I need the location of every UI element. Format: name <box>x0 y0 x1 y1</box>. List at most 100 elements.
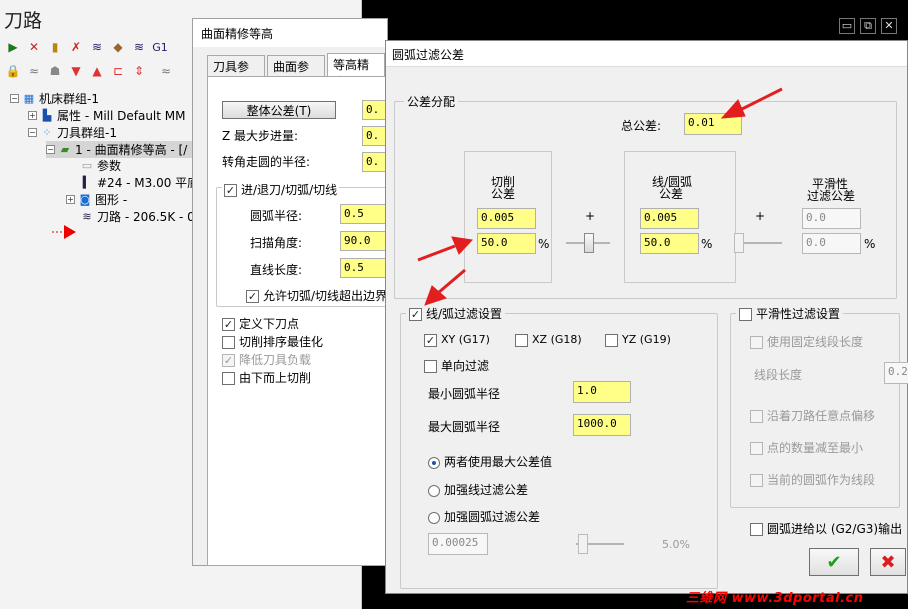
max-arc-field[interactable]: 1000.0 <box>573 414 631 436</box>
smooth-tolerance-field[interactable]: 0.0 <box>802 208 861 229</box>
min-points-label: 点的数量减至最小 <box>767 441 864 455</box>
seg-len-label: 线段长度 <box>754 368 803 382</box>
allow-exceed-checkbox[interactable]: ✓ <box>246 290 259 303</box>
insert-arrow-icon[interactable]: ⊏ <box>109 62 127 80</box>
seg-len-field[interactable]: 0.2 <box>884 362 908 384</box>
collapse-icon[interactable]: − <box>28 128 37 137</box>
regenerate-icon[interactable]: ▮ <box>46 38 64 56</box>
bottom-tolerance-field[interactable]: 0.00025 <box>428 533 488 555</box>
tree-item-params[interactable]: ▭ 参数 <box>80 157 121 174</box>
backplot-icon[interactable]: ≋ <box>88 38 106 56</box>
yz-option[interactable]: YZ (G19) <box>605 333 671 347</box>
clear-dirty-icon[interactable]: ✗ <box>67 38 85 56</box>
wave-icon[interactable]: ≈ <box>25 62 43 80</box>
slider-thumb[interactable] <box>584 233 594 253</box>
radio-arc[interactable] <box>428 511 440 524</box>
offset-any-checkbox[interactable] <box>750 410 763 423</box>
simulate-icon[interactable]: ≋ <box>130 38 148 56</box>
up-down-arrow-icon[interactable]: ⇕ <box>130 62 148 80</box>
collapse-icon[interactable]: − <box>46 145 55 154</box>
cancel-button[interactable]: ✖ <box>870 548 906 576</box>
yz-checkbox[interactable] <box>605 333 618 347</box>
xy-option[interactable]: ✓ XY (G17) <box>424 333 490 347</box>
lock-icon[interactable]: 🔒 <box>4 62 22 80</box>
ok-button[interactable]: ✔ <box>809 548 859 576</box>
current-arc-checkbox[interactable] <box>750 474 763 487</box>
tree-item-machine-group[interactable]: − ▦ 机床群组-1 <box>10 90 99 107</box>
radio-arc-label: 加强圆弧过滤公差 <box>444 510 541 524</box>
define-plunge-checkbox[interactable]: ✓ <box>222 318 235 331</box>
bottom-up-checkbox[interactable] <box>222 372 235 385</box>
restore-icon[interactable]: ⧉ <box>860 18 876 34</box>
insert-arrow-marker-icon <box>52 224 76 240</box>
xz-checkbox[interactable] <box>515 333 528 347</box>
leadio-group-header: ✓ 进/退刀/切弧/切线 <box>222 181 340 198</box>
radio-both[interactable] <box>428 456 440 469</box>
smooth-percent-field[interactable]: 0.0 <box>802 233 861 254</box>
select-all-icon[interactable]: ▶ <box>4 38 22 56</box>
define-plunge-option[interactable]: ✓ 定义下刀点 <box>222 315 299 332</box>
reduce-load-option[interactable]: ✓ 降低刀具负载 <box>222 351 311 368</box>
total-tolerance-field[interactable]: 0.01 <box>684 113 742 135</box>
tree-item-toolpath[interactable]: ≋ 刀路 - 206.5K - 07 <box>80 208 202 225</box>
smooth-slider[interactable] <box>734 233 782 253</box>
min-points-checkbox[interactable] <box>750 442 763 455</box>
arc-radius-label: 圆弧半径: <box>250 209 303 223</box>
tool-icon: ▍ <box>82 176 92 189</box>
fixed-seg-option[interactable]: 使用固定线段长度 <box>750 333 863 350</box>
ghost-icon[interactable]: ☗ <box>46 62 64 80</box>
xz-option[interactable]: XZ (G18) <box>515 333 582 347</box>
radio-both-option[interactable]: 两者使用最大公差值 <box>428 453 552 470</box>
slider-thumb[interactable] <box>734 233 744 253</box>
cut-percent-field[interactable]: 50.0 <box>477 233 536 254</box>
line-arc-filter-checkbox[interactable]: ✓ <box>409 308 422 321</box>
reduce-load-checkbox[interactable]: ✓ <box>222 354 235 367</box>
up-arrow-icon[interactable]: ▲ <box>88 62 106 80</box>
corner-radius-label: 转角走圆的半径: <box>222 155 311 169</box>
folder-check-icon: ▰ <box>60 143 70 156</box>
minimize-icon[interactable]: ▭ <box>839 18 855 34</box>
bottom-slider[interactable] <box>576 534 624 554</box>
leadio-checkbox[interactable]: ✓ <box>224 184 237 197</box>
radio-line[interactable] <box>428 484 440 497</box>
tree-item-toolpath-group[interactable]: − ⁘ 刀具群组-1 <box>28 124 117 141</box>
deselect-icon[interactable]: ✕ <box>25 38 43 56</box>
down-arrow-icon[interactable]: ▼ <box>67 62 85 80</box>
fixed-seg-checkbox[interactable] <box>750 336 763 349</box>
one-way-option[interactable]: 单向过滤 <box>424 357 489 374</box>
line-arc-percent-field[interactable]: 50.0 <box>640 233 699 254</box>
watermark: 三维网 www.3dportal.cn <box>686 591 864 606</box>
line-arc-tolerance-field[interactable]: 0.005 <box>640 208 699 229</box>
expand-icon[interactable]: + <box>66 195 75 204</box>
verify-icon[interactable]: ◆ <box>109 38 127 56</box>
xy-checkbox[interactable]: ✓ <box>424 333 437 347</box>
radio-line-option[interactable]: 加强线过滤公差 <box>428 481 528 498</box>
arc-output-option[interactable]: 圆弧进给以 (G2/G3)输出 <box>750 520 902 537</box>
g1-label[interactable]: G1 <box>151 38 169 56</box>
optimize-order-option[interactable]: 切削排序最佳化 <box>222 333 323 350</box>
bottom-up-option[interactable]: 由下而上切削 <box>222 369 311 386</box>
tree-item-properties[interactable]: + ▙ 属性 - Mill Default MM <box>28 107 186 124</box>
total-tolerance-button[interactable]: 整体公差(T) <box>222 101 336 119</box>
smooth-filter-header[interactable]: 平滑性过滤设置 <box>736 305 844 322</box>
cut-line-slider[interactable] <box>566 233 610 253</box>
arc-output-checkbox[interactable] <box>750 523 763 536</box>
line-arc-filter-header[interactable]: ✓ 线/弧过滤设置 <box>406 305 506 322</box>
min-arc-field[interactable]: 1.0 <box>573 381 631 403</box>
current-arc-option[interactable]: 当前的圆弧作为线段 <box>750 471 875 488</box>
allow-exceed-option[interactable]: ✓ 允许切弧/切线超出边界 <box>246 287 387 304</box>
expand-icon[interactable]: + <box>28 111 37 120</box>
slider-thumb[interactable] <box>578 534 588 554</box>
min-points-option[interactable]: 点的数量减至最小 <box>750 439 863 456</box>
optimize-order-checkbox[interactable] <box>222 336 235 349</box>
radio-arc-option[interactable]: 加强圆弧过滤公差 <box>428 508 540 525</box>
tree-item-geometry[interactable]: + ◙ 图形 - <box>66 191 127 208</box>
wave2-icon[interactable]: ≈ <box>157 62 175 80</box>
one-way-checkbox[interactable] <box>424 360 437 373</box>
collapse-icon[interactable]: − <box>10 94 19 103</box>
close-icon[interactable]: ✕ <box>881 18 897 34</box>
smooth-filter-checkbox[interactable] <box>739 308 752 321</box>
tree-item-tool[interactable]: ▍ #24 - M3.00 平底 <box>80 174 199 191</box>
cut-tolerance-field[interactable]: 0.005 <box>477 208 536 229</box>
offset-any-option[interactable]: 沿着刀路任意点偏移 <box>750 407 875 424</box>
